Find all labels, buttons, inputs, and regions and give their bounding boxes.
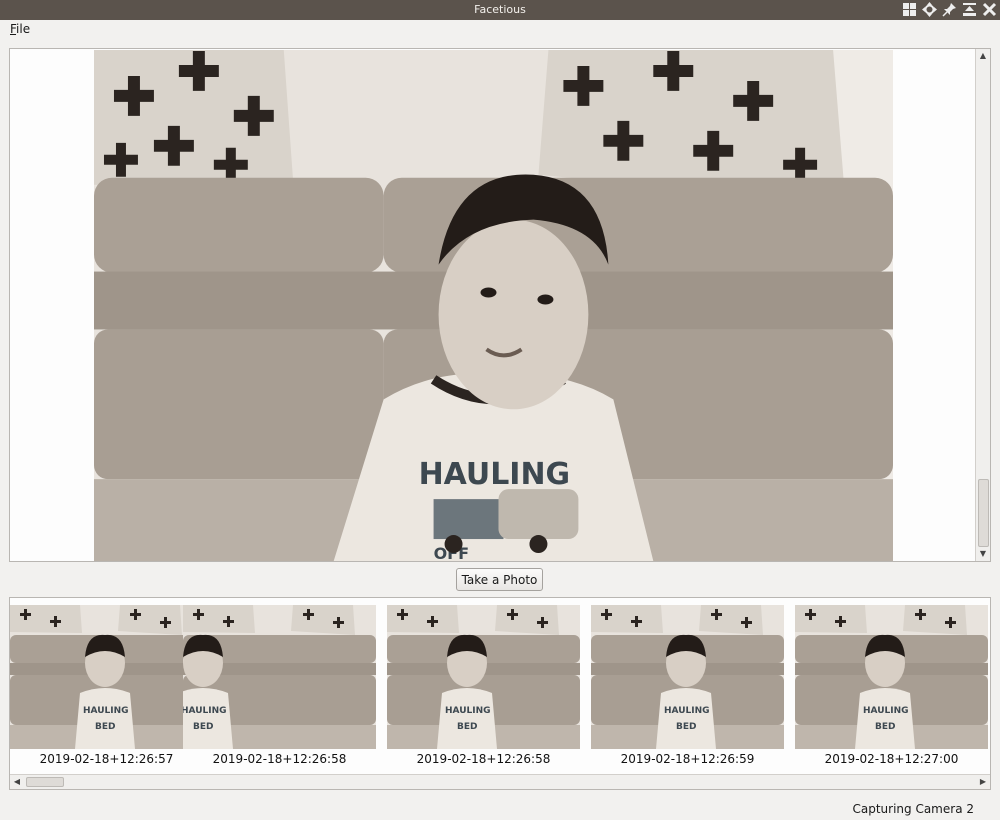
gallery-shirt-text: HAULING — [664, 706, 710, 716]
photo-timestamp: 2019-02-18+12:26:58 — [416, 752, 551, 766]
menu-file[interactable]: File — [10, 22, 30, 36]
window-controls — [901, 1, 998, 18]
photo-timestamp: 2019-02-18+12:26:59 — [620, 752, 755, 766]
gallery-item[interactable]: HAULING BED 2019-02-18+12:27:00 — [795, 605, 988, 770]
scroll-right-arrow-icon[interactable]: ▶ — [976, 775, 990, 789]
gallery-item[interactable]: HAULING BED 2019-02-18+12:26:58 — [387, 605, 580, 770]
photo-gallery: HAULING BED 2019-02-18+12:26:57 HAULING BED 2… — [9, 597, 991, 790]
gallery-shirt-text: HAULING — [183, 706, 227, 716]
gallery-shirt-text-2: BED — [193, 722, 213, 732]
gallery-shirt-text-2: BED — [457, 722, 477, 732]
viewer-scroll-thumb[interactable] — [978, 479, 989, 547]
window-title: Facetious — [474, 3, 526, 16]
viewer-vertical-scrollbar[interactable]: ▲ ▼ — [975, 49, 990, 561]
gallery-item[interactable]: HAULING BED 2019-02-18+12:26:57 — [10, 605, 203, 770]
photo-timestamp: 2019-02-18+12:27:00 — [824, 752, 959, 766]
camera-viewer: HAULING OFF ▲ ▼ — [9, 48, 991, 562]
gallery-shirt-text-2: BED — [95, 722, 115, 732]
photo-timestamp: 2019-02-18+12:26:58 — [212, 752, 347, 766]
take-photo-button[interactable]: Take a Photo — [456, 568, 543, 591]
close-icon[interactable] — [981, 1, 998, 18]
status-text: Capturing Camera 2 — [852, 802, 974, 816]
scroll-up-arrow-icon[interactable]: ▲ — [976, 49, 990, 63]
scroll-left-arrow-icon[interactable]: ◀ — [10, 775, 24, 789]
gallery-shirt-text-2: BED — [676, 722, 696, 732]
gallery-photo: HAULING BED — [183, 605, 376, 749]
gallery-photo: HAULING BED — [795, 605, 988, 749]
gallery-horizontal-scrollbar[interactable]: ◀ ▶ — [10, 774, 990, 789]
minimize-icon[interactable] — [961, 1, 978, 18]
gallery-shirt-text: HAULING — [445, 706, 491, 716]
live-camera-photo: HAULING OFF — [94, 50, 893, 561]
shirt-text: HAULING — [419, 457, 571, 492]
gallery-photo: HAULING BED — [387, 605, 580, 749]
move-icon[interactable] — [921, 1, 938, 18]
gallery-shirt-text: HAULING — [83, 706, 129, 716]
gallery-photo: HAULING BED — [10, 605, 203, 749]
gallery-item[interactable]: HAULING BED 2019-02-18+12:26:58 — [183, 605, 376, 770]
window-titlebar: Facetious — [0, 0, 1000, 20]
gallery-scroll-thumb[interactable] — [26, 777, 64, 787]
gallery-thumbs: HAULING BED 2019-02-18+12:26:57 HAULING BED 2… — [10, 598, 990, 774]
pin-icon[interactable] — [941, 1, 958, 18]
gallery-photo: HAULING BED — [591, 605, 784, 749]
gallery-item[interactable]: HAULING BED 2019-02-18+12:26:59 — [591, 605, 784, 770]
photo-timestamp: 2019-02-18+12:26:57 — [39, 752, 174, 766]
menubar: File — [0, 20, 1000, 40]
menu-file-label: ile — [16, 22, 31, 36]
gallery-shirt-text-2: BED — [875, 722, 895, 732]
grid-icon[interactable] — [901, 1, 918, 18]
scroll-down-arrow-icon[interactable]: ▼ — [976, 547, 990, 561]
gallery-shirt-text: HAULING — [863, 706, 909, 716]
